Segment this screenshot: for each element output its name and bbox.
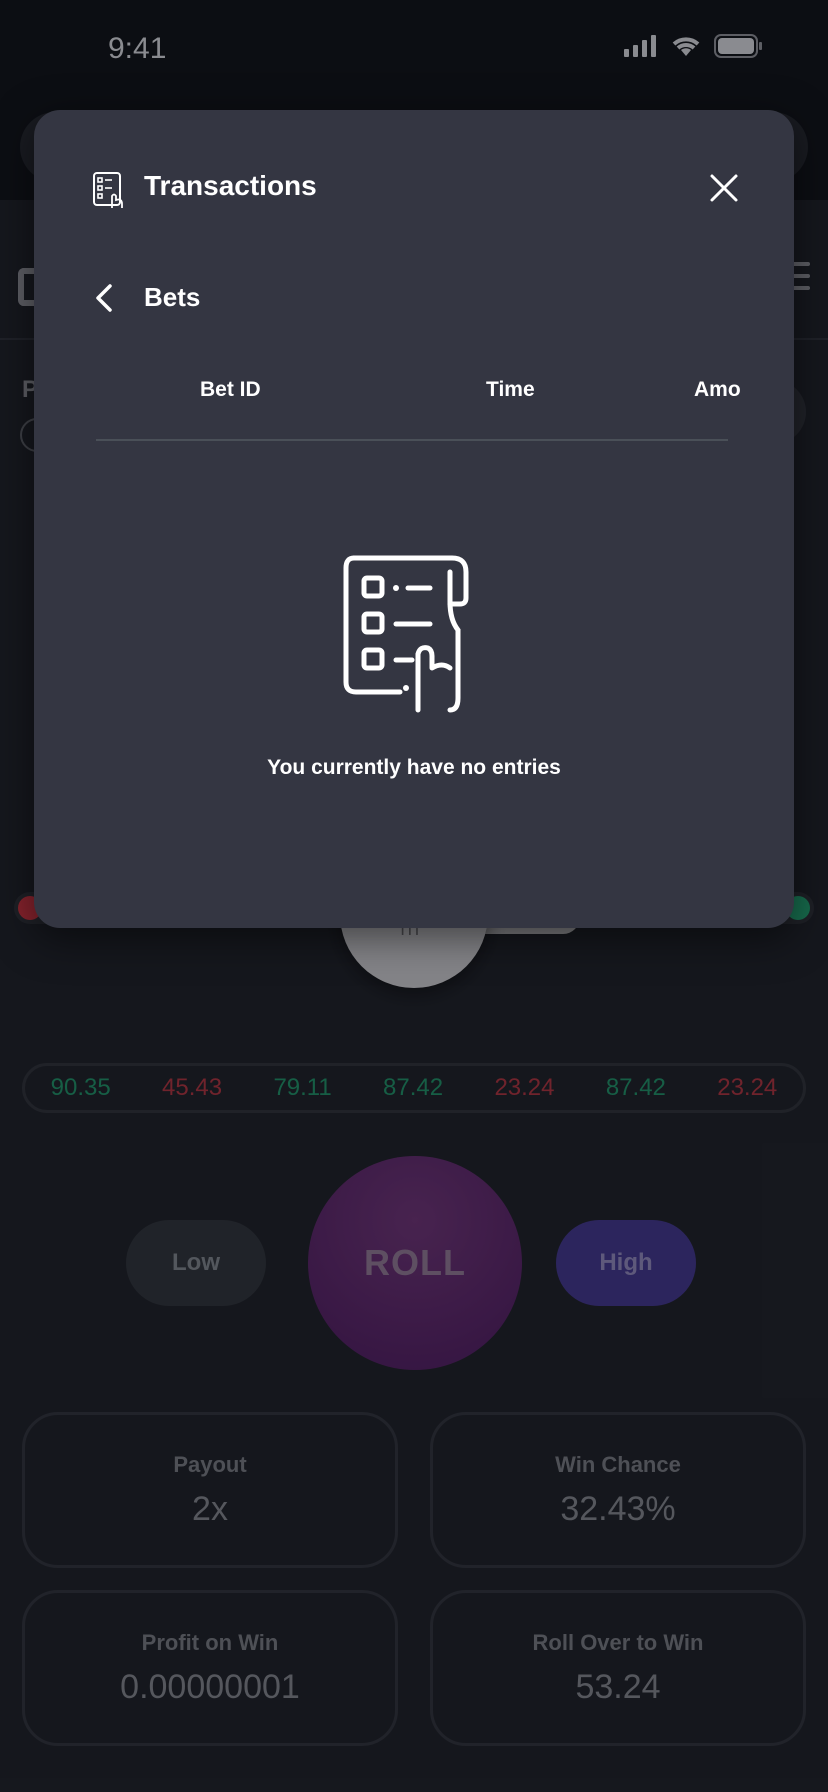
back-chevron-icon[interactable]: [88, 280, 118, 316]
column-header-bet-id: Bet ID: [200, 378, 261, 401]
bets-subtitle: Bets: [144, 282, 201, 312]
transactions-modal: Transactions Bets Bet ID Time Amo You cu…: [34, 110, 794, 928]
column-header-amount: Amo: [694, 378, 741, 401]
modal-title: Transactions: [144, 170, 317, 201]
column-header-time: Time: [486, 378, 535, 401]
empty-state-message: You currently have no entries: [267, 756, 561, 779]
table-header-divider: [96, 439, 728, 441]
close-icon[interactable]: [706, 170, 742, 206]
receipt-icon: [93, 172, 123, 208]
empty-receipt-icon: [343, 555, 469, 713]
